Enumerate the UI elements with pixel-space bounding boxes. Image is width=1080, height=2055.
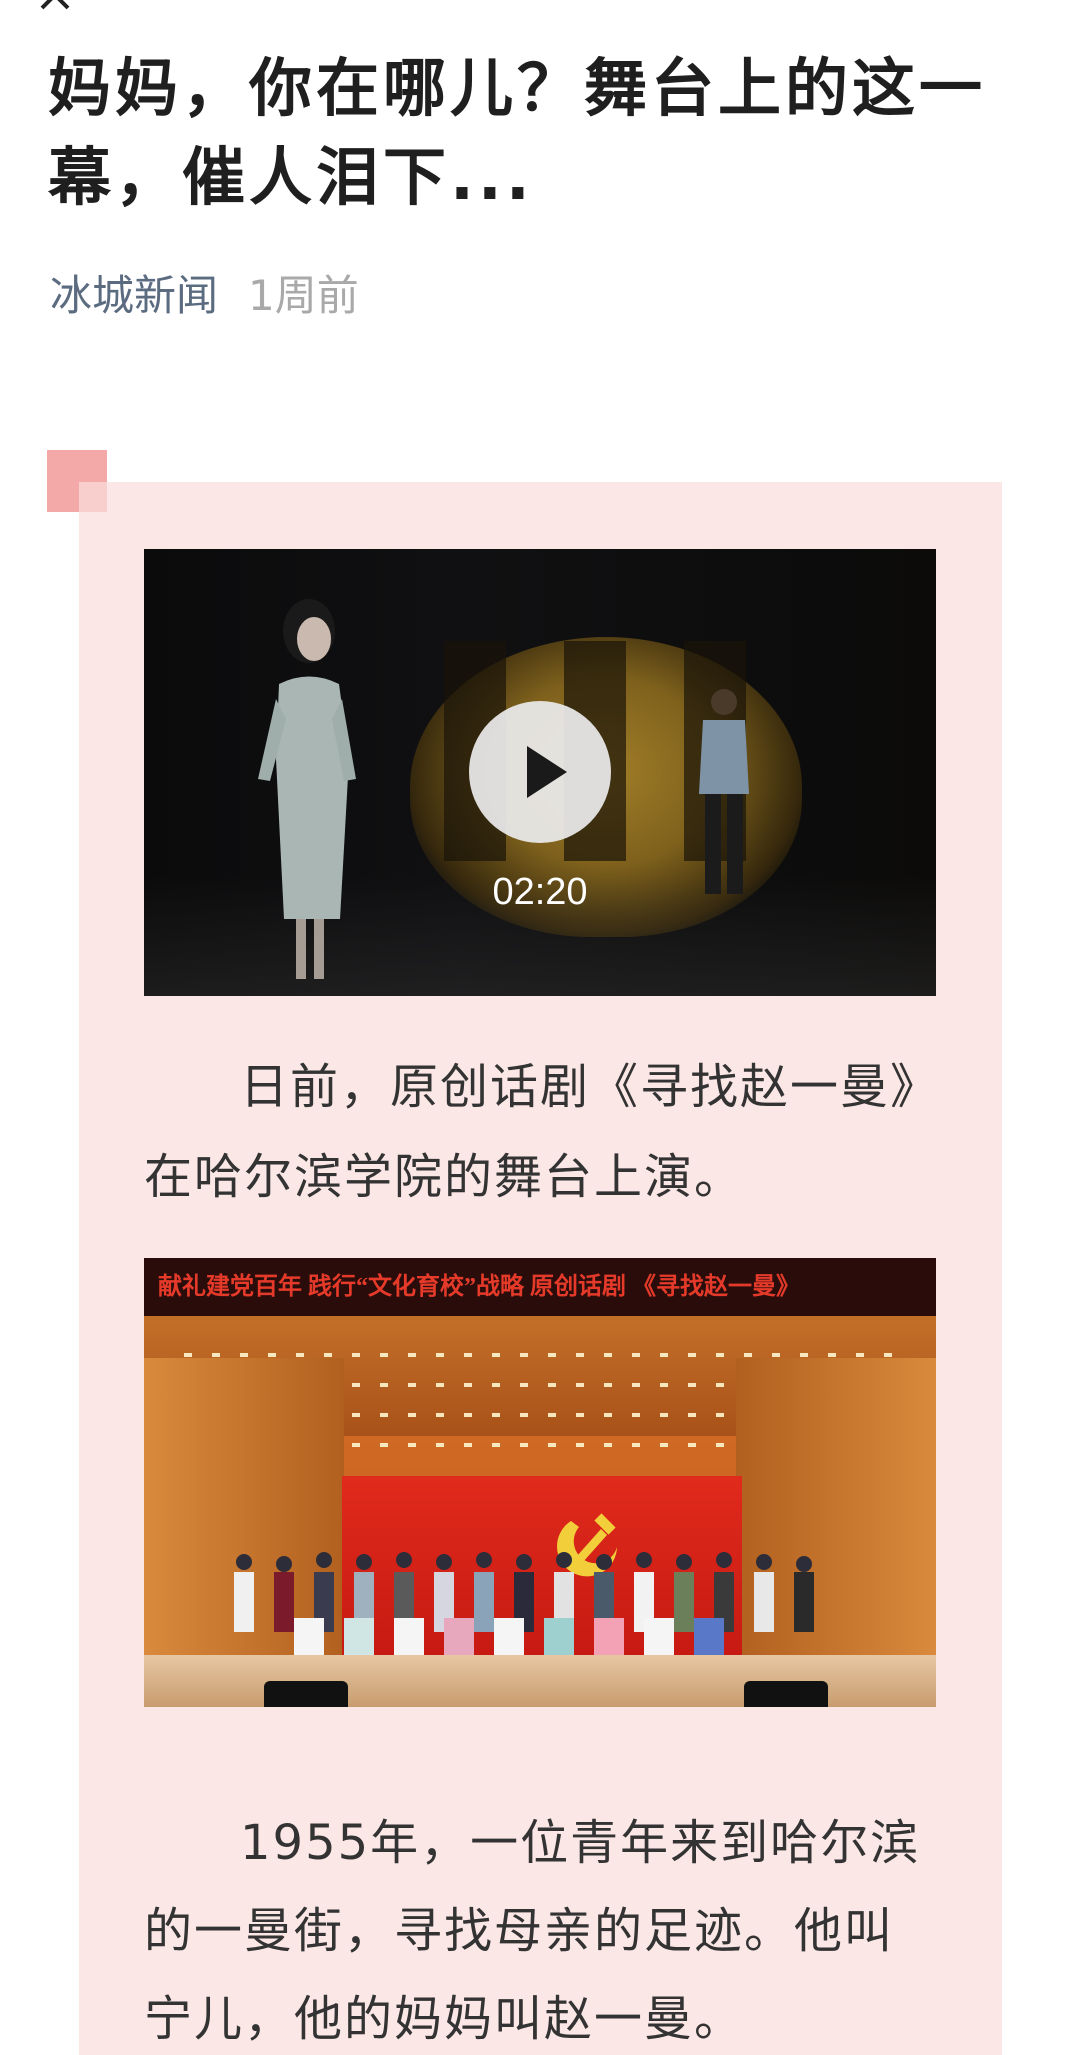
article-meta: 冰城新闻 1周前 bbox=[50, 268, 359, 324]
play-button[interactable] bbox=[469, 701, 611, 843]
ceiling-lights bbox=[184, 1353, 896, 1357]
article-photo[interactable]: 献礼建党百年 践行“文化育校”战略 原创话剧 《寻找赵一曼》 bbox=[144, 1258, 936, 1707]
stage-monitor bbox=[264, 1681, 348, 1707]
article-title: 妈妈，你在哪儿？舞台上的这一幕，催人泪下... bbox=[48, 52, 986, 214]
paragraph-2: 1955年，一位青年来到哈尔滨的一曼街，寻找母亲的足迹。他叫宁儿，他的妈妈叫赵一… bbox=[144, 1799, 936, 2055]
actress-figure bbox=[258, 599, 356, 979]
video-duration: 02:20 bbox=[492, 871, 588, 913]
stage-monitor bbox=[744, 1681, 828, 1707]
play-icon bbox=[527, 746, 567, 798]
paragraph-1-text: 日前，原创话剧《寻找赵一曼》在哈尔滨学院的舞台上演。 bbox=[144, 1059, 917, 1205]
publish-time: 1周前 bbox=[248, 271, 359, 320]
paragraph-1: 日前，原创话剧《寻找赵一曼》在哈尔滨学院的舞台上演。 bbox=[144, 1042, 936, 1222]
source-name[interactable]: 冰城新闻 bbox=[50, 271, 218, 320]
close-icon[interactable] bbox=[38, 0, 72, 12]
photo-banner: 献礼建党百年 践行“文化育校”战略 原创话剧 《寻找赵一曼》 bbox=[144, 1258, 936, 1316]
video-player[interactable]: 02:20 bbox=[144, 549, 936, 996]
actor-figure bbox=[699, 689, 749, 894]
corner-notch-decoration bbox=[79, 482, 107, 512]
paragraph-2-text: 1955年，一位青年来到哈尔滨的一曼街，寻找母亲的足迹。他叫宁儿，他的妈妈叫赵一… bbox=[144, 1815, 921, 2047]
